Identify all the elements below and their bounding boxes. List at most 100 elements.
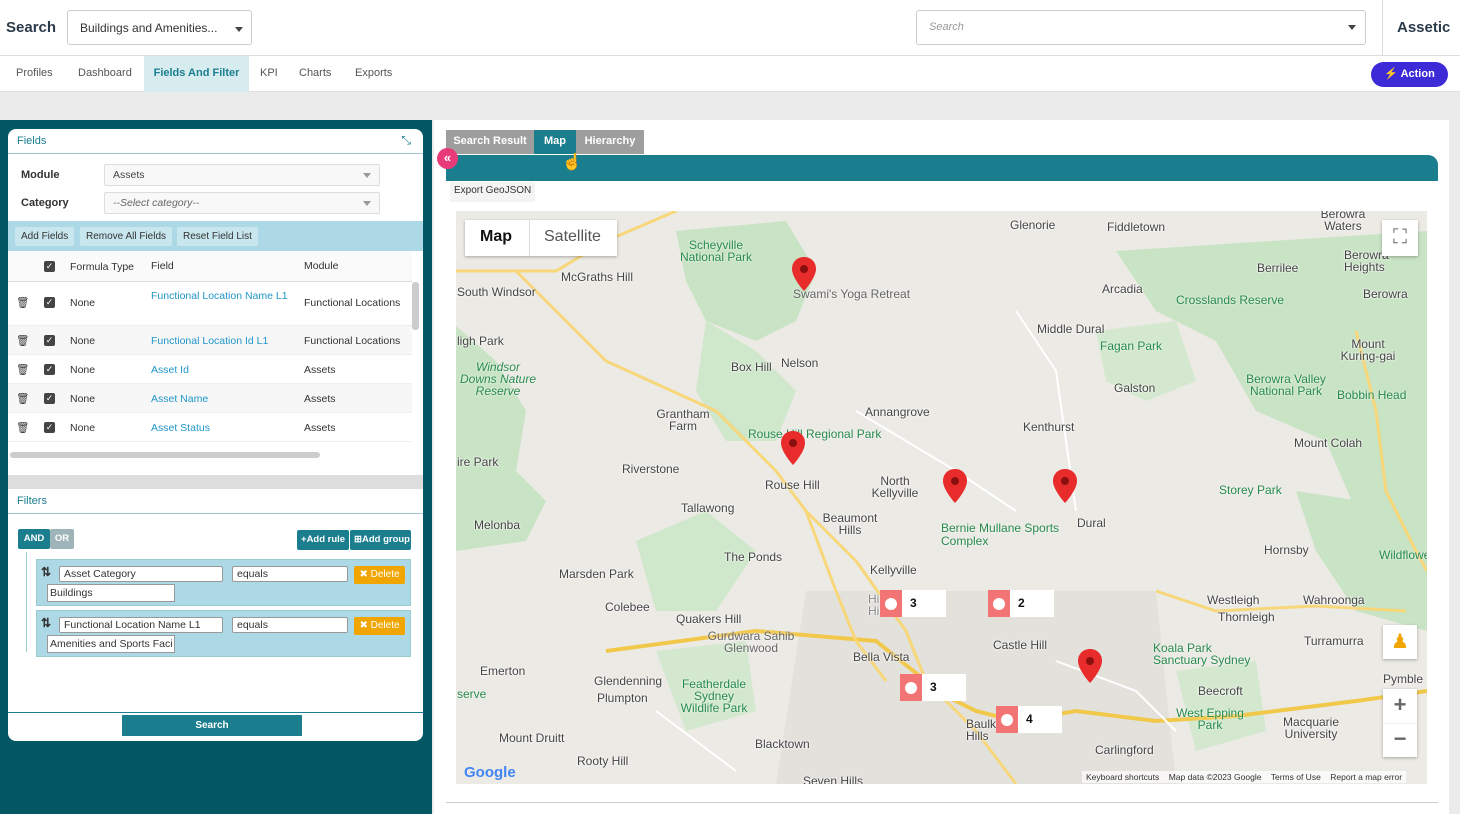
- tab-kpi[interactable]: KPI: [260, 56, 282, 92]
- map-label: ligh Park: [457, 334, 504, 348]
- keyboard-shortcuts-link[interactable]: Keyboard shortcuts: [1086, 772, 1159, 782]
- tab-dashboard[interactable]: Dashboard: [78, 56, 138, 92]
- map-label: Featherdale Sydney Wildlife Park: [680, 677, 748, 715]
- tab-charts[interactable]: Charts: [299, 56, 337, 92]
- map-marker-icon[interactable]: [1053, 469, 1077, 503]
- trash-icon[interactable]: 🗑: [16, 334, 29, 347]
- row-module: Functional Locations: [304, 297, 401, 309]
- report-error-link[interactable]: Report a map error: [1330, 772, 1402, 782]
- remove-all-fields-button[interactable]: Remove All Fields: [80, 227, 173, 246]
- map-label: Emerton: [480, 664, 526, 678]
- row-field[interactable]: Asset Status: [151, 422, 210, 434]
- map-marker-icon[interactable]: [792, 257, 816, 291]
- or-toggle[interactable]: OR: [50, 529, 74, 549]
- map-marker-icon[interactable]: [943, 469, 967, 503]
- double-chevron-left-icon[interactable]: «: [437, 148, 458, 169]
- map-label: Macquarie University: [1282, 715, 1340, 741]
- trash-icon[interactable]: 🗑: [16, 421, 29, 434]
- tab-fields-and-filter[interactable]: Fields And Filter: [144, 56, 249, 92]
- map-mode-button[interactable]: Map: [480, 228, 512, 246]
- zoom-in-icon[interactable]: +: [1383, 689, 1417, 723]
- delete-rule-button[interactable]: ✖ Delete: [354, 617, 405, 635]
- map-label: Thornleigh: [1218, 610, 1275, 624]
- zoom-out-icon[interactable]: −: [1383, 723, 1417, 757]
- row-field[interactable]: Functional Location Id L1: [151, 335, 268, 347]
- trash-icon[interactable]: 🗑: [16, 296, 29, 309]
- search-input[interactable]: Search: [916, 10, 1366, 45]
- select-all-checkbox[interactable]: ✓: [44, 261, 55, 272]
- map-marker-icon[interactable]: [781, 431, 805, 465]
- splitter[interactable]: [8, 475, 423, 489]
- row-formula: None: [70, 297, 96, 309]
- row-module: Assets: [304, 364, 336, 376]
- map-label: South Windsor: [457, 285, 536, 299]
- fullscreen-icon[interactable]: ⛶: [1382, 220, 1418, 256]
- module-select[interactable]: Assets: [104, 164, 380, 186]
- drag-handle-icon[interactable]: ⇅: [41, 565, 51, 579]
- trash-icon[interactable]: 🗑: [16, 363, 29, 376]
- map-label: Rouse Hill Regional Park: [748, 427, 882, 441]
- tab-exports[interactable]: Exports: [355, 56, 399, 92]
- module-label: Module: [21, 169, 60, 181]
- export-geojson-button[interactable]: Export GeoJSON: [450, 182, 536, 202]
- and-toggle[interactable]: AND: [18, 529, 50, 549]
- action-button[interactable]: ⚡ Action: [1371, 62, 1448, 87]
- page-title: Search: [6, 19, 57, 36]
- collapse-icon[interactable]: ⤡: [401, 133, 411, 148]
- cluster-count: 3: [910, 596, 917, 610]
- add-group-button[interactable]: ⊞Add group: [350, 530, 411, 550]
- fields-title: Fields: [17, 135, 47, 147]
- add-fields-button[interactable]: Add Fields: [15, 227, 75, 246]
- map-label: Plumpton: [597, 691, 648, 705]
- row-checkbox[interactable]: ✓: [44, 297, 55, 308]
- chevron-down-icon: [235, 27, 243, 32]
- map-label: Berowra Waters: [1320, 211, 1366, 233]
- rule-field-select[interactable]: Functional Location Name L1: [59, 617, 223, 633]
- rule-field-select[interactable]: Asset Category: [59, 566, 223, 582]
- trash-icon[interactable]: 🗑: [16, 392, 29, 405]
- row-checkbox[interactable]: ✓: [44, 335, 55, 346]
- map-label: Hornsby: [1264, 543, 1309, 557]
- marker-cluster[interactable]: 3: [880, 590, 946, 617]
- marker-cluster[interactable]: 4: [996, 706, 1062, 733]
- satellite-mode-button[interactable]: Satellite: [544, 228, 601, 246]
- marker-cluster[interactable]: 2: [988, 590, 1054, 617]
- filter-rule: ⇅ Asset Category equals ✖ Delete Buildin…: [36, 559, 411, 606]
- drag-handle-icon[interactable]: ⇅: [41, 616, 51, 630]
- map-marker-icon[interactable]: [1078, 649, 1102, 683]
- delete-rule-button[interactable]: ✖ Delete: [354, 566, 405, 584]
- marker-cluster[interactable]: 3: [900, 674, 966, 701]
- map-label: Galston: [1114, 381, 1156, 395]
- rule-operator-select[interactable]: equals: [232, 566, 348, 582]
- category-select[interactable]: --Select category--: [104, 192, 380, 214]
- terms-link[interactable]: Terms of Use: [1271, 772, 1321, 782]
- pegman-icon[interactable]: ♟: [1383, 625, 1417, 659]
- row-field[interactable]: Asset Name: [151, 393, 208, 405]
- search-button[interactable]: Search: [122, 715, 302, 736]
- rule-operator-select[interactable]: equals: [232, 617, 348, 633]
- row-field[interactable]: Functional Location Name L1: [151, 288, 291, 304]
- map-label: Turramurra: [1304, 634, 1364, 648]
- row-checkbox[interactable]: ✓: [44, 393, 55, 404]
- tab-search-result[interactable]: Search Result: [446, 130, 534, 154]
- reset-field-list-button[interactable]: Reset Field List: [177, 227, 258, 246]
- grid-horizontal-scrollbar[interactable]: [10, 452, 320, 458]
- add-rule-label: Add rule: [306, 534, 346, 545]
- map-label: Arcadia: [1102, 282, 1143, 296]
- grid-vertical-scrollbar[interactable]: [412, 282, 419, 330]
- map-label: Bernie Mullane Sports Complex: [941, 521, 1060, 548]
- tab-map[interactable]: Map: [534, 130, 576, 154]
- chevron-down-icon[interactable]: [1348, 25, 1356, 30]
- map-label: Riverstone: [622, 462, 680, 476]
- rule-value-input[interactable]: Buildings: [47, 584, 175, 602]
- row-checkbox[interactable]: ✓: [44, 422, 55, 433]
- row-checkbox[interactable]: ✓: [44, 364, 55, 375]
- rule-value-input[interactable]: Amenities and Sports Faci: [47, 635, 175, 653]
- tab-profiles[interactable]: Profiles: [16, 56, 60, 92]
- map-label: Beaumont Hills: [822, 511, 878, 537]
- add-rule-button[interactable]: +Add rule: [297, 530, 349, 550]
- row-field[interactable]: Asset Id: [151, 364, 189, 376]
- map-view[interactable]: Glenorie Fiddletown Berowra Waters Berow…: [456, 211, 1427, 784]
- tab-hierarchy[interactable]: Hierarchy: [576, 130, 644, 154]
- profile-select[interactable]: Buildings and Amenities...: [67, 10, 252, 45]
